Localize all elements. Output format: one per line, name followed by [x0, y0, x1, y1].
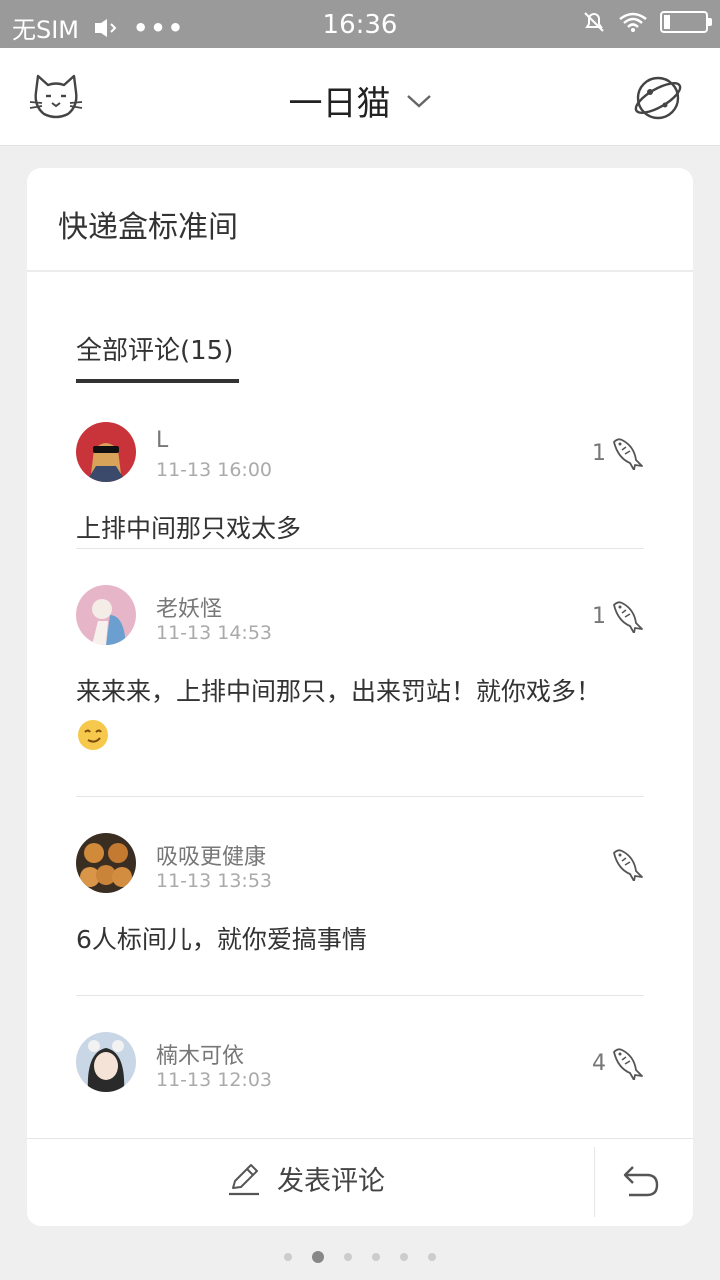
fish-icon — [613, 601, 643, 633]
post-comment-label: 发表评论 — [277, 1166, 385, 1197]
status-bar: 无SIM ••• 16:36 — [0, 0, 720, 48]
like-count: 1 — [592, 440, 606, 466]
page-dot[interactable] — [344, 1252, 352, 1261]
page-dot[interactable] — [372, 1252, 380, 1261]
comments-card: 快递盒标准间 全部评论(15) L 11-13 16:00 1 上排中间那只戏太… — [27, 168, 693, 1226]
page-title: 一日猫 — [288, 84, 391, 124]
page-dot[interactable] — [428, 1252, 436, 1261]
tab-all-comments[interactable]: 全部评论(15) — [76, 330, 233, 385]
like-button[interactable]: 1 — [592, 599, 644, 633]
comment-item: L 11-13 16:00 1 上排中间那只戏太多 — [76, 386, 644, 549]
smirk-emoji-icon — [78, 720, 108, 750]
title-dropdown[interactable]: 一日猫 — [0, 76, 720, 125]
planet-icon[interactable] — [632, 72, 684, 124]
fish-icon — [613, 849, 643, 881]
alarm-off-icon — [584, 12, 604, 32]
fish-icon — [613, 438, 643, 470]
comment-time: 11-13 14:53 — [156, 622, 273, 644]
like-count: 4 — [592, 1050, 606, 1076]
like-button[interactable]: 4 — [592, 1046, 644, 1080]
avatar[interactable] — [76, 1032, 136, 1092]
comment-author[interactable]: 老妖怪 — [156, 591, 222, 623]
comment-time: 11-13 16:00 — [156, 459, 273, 481]
page-dot-active[interactable] — [312, 1250, 324, 1263]
battery-icon — [660, 11, 712, 33]
wifi-icon — [619, 12, 647, 32]
post-comment-button[interactable]: 发表评论 — [227, 1159, 385, 1198]
card-title: 快递盒标准间 — [27, 168, 693, 272]
tab-indicator — [76, 379, 239, 383]
like-count: 1 — [592, 603, 606, 629]
avatar[interactable] — [76, 422, 136, 482]
fish-icon — [613, 1048, 643, 1080]
comment-item: 吸吸更健康 11-13 13:53 6人标间儿，就你爱搞事情 — [76, 797, 644, 996]
avatar[interactable] — [76, 833, 136, 893]
comment-text-body: 来来来，上排中间那只，出来罚站！就你戏多！ — [76, 677, 602, 706]
comment-author[interactable]: 吸吸更健康 — [156, 839, 266, 871]
comment-author[interactable]: L — [156, 428, 168, 453]
comment-list[interactable]: L 11-13 16:00 1 上排中间那只戏太多 老妖怪 11-13 14:5… — [76, 386, 644, 1138]
avatar[interactable] — [76, 585, 136, 645]
chevron-down-icon — [406, 94, 431, 108]
comment-text: 来来来，上排中间那只，出来罚站！就你戏多！ — [76, 549, 644, 755]
like-button[interactable]: 1 — [592, 436, 644, 470]
comment-author[interactable]: 楠木可依 — [156, 1038, 244, 1070]
page-indicator — [0, 1246, 720, 1265]
pencil-icon — [229, 1163, 259, 1195]
footer-divider — [594, 1147, 595, 1217]
comment-item: 老妖怪 11-13 14:53 1 来来来，上排中间那只，出来罚站！就你戏多！ — [76, 549, 644, 797]
comment-item: 楠木可依 11-13 12:03 4 — [76, 996, 644, 1138]
status-right — [582, 10, 712, 34]
page-dot[interactable] — [400, 1252, 408, 1261]
card-footer: 发表评论 — [27, 1138, 693, 1226]
comment-time: 11-13 12:03 — [156, 1069, 273, 1091]
page-dot[interactable] — [284, 1252, 292, 1261]
reply-icon[interactable] — [621, 1163, 661, 1199]
like-button[interactable] — [592, 847, 644, 881]
app-header: 一日猫 — [0, 48, 720, 146]
tab-bar: 全部评论(15) — [27, 272, 693, 384]
comment-time: 11-13 13:53 — [156, 870, 273, 892]
